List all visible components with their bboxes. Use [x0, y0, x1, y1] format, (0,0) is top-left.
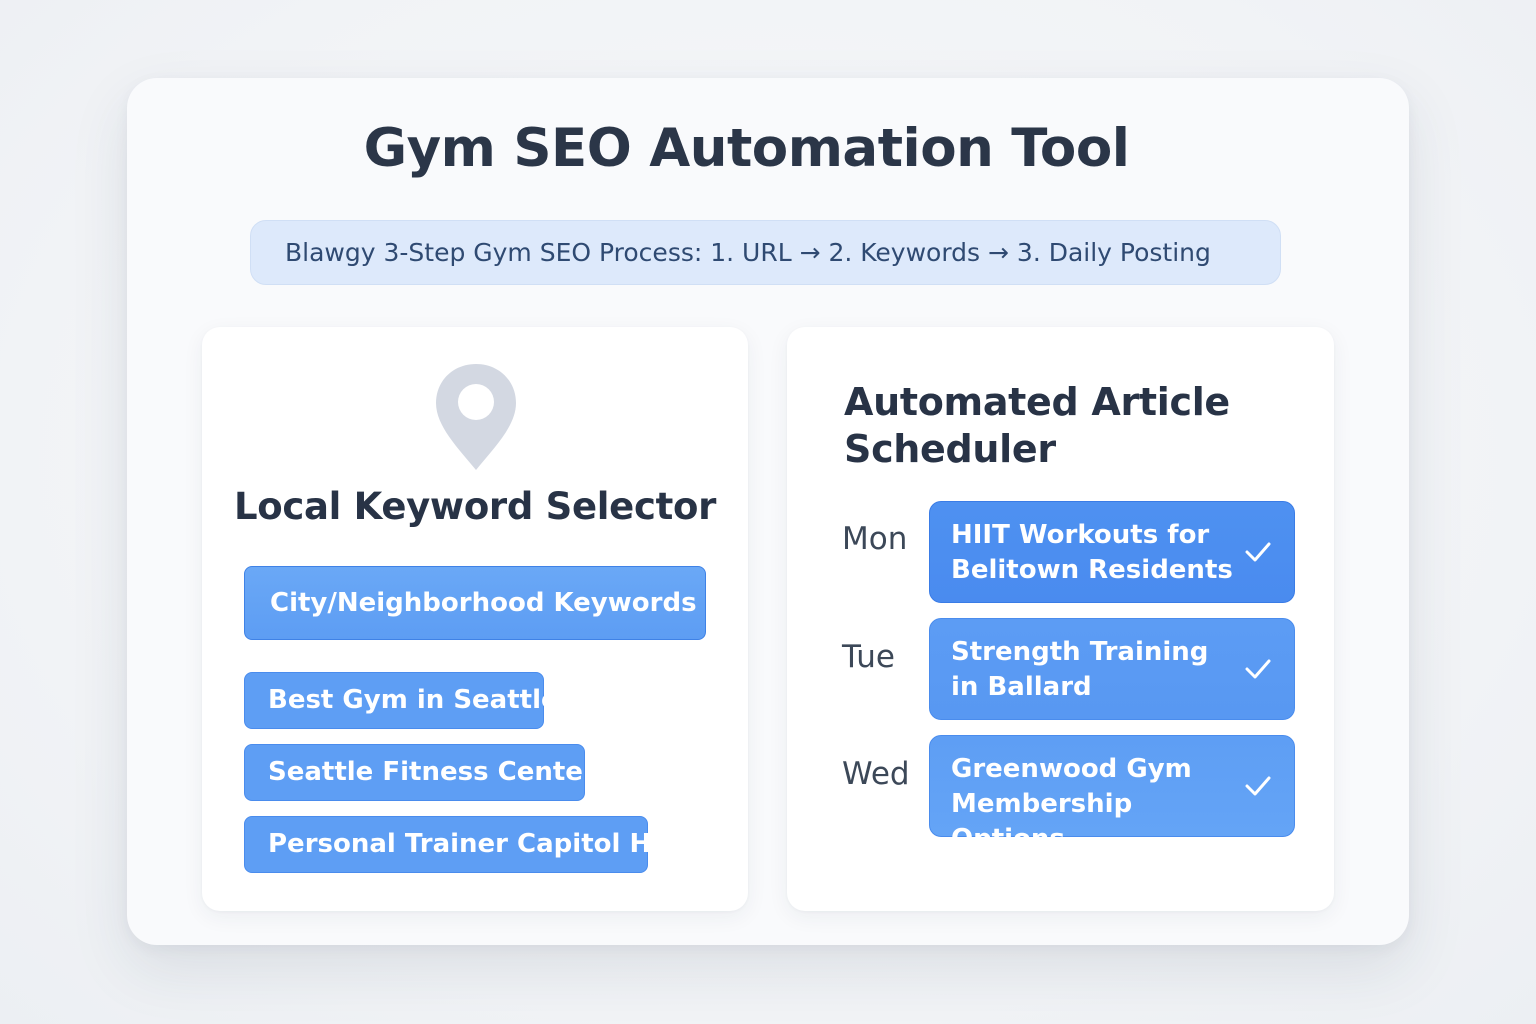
keyword-chip[interactable]: Personal Trainer Capitol Hill [244, 816, 678, 873]
day-label-tue: Tue [842, 639, 895, 675]
article-title-line: Greenwood Gym [951, 754, 1192, 784]
article-title-line: Belitown Residents [951, 555, 1233, 585]
scheduled-article-card[interactable]: Greenwood Gym Membership Options [929, 735, 1295, 854]
check-icon [1245, 776, 1271, 796]
scheduler-heading: Automated Article Scheduler [844, 380, 1230, 471]
article-scheduler-panel: Automated Article Scheduler Mon HIIT Wor… [787, 327, 1334, 911]
process-banner: Blawgy 3-Step Gym SEO Process: 1. URL → … [250, 220, 1281, 285]
day-label-wed: Wed [842, 756, 910, 792]
scheduled-article-card[interactable]: HIIT Workouts for Belitown Residents [929, 501, 1295, 603]
keyword-selector-panel: Local Keyword Selector City/Neighborhood… [202, 327, 748, 911]
app-canvas: Gym SEO Automation Tool Blawgy 3-Step Gy… [0, 0, 1536, 1024]
article-title-line: Strength Training [951, 637, 1209, 667]
check-icon [1245, 542, 1271, 562]
page-title: Gym SEO Automation Tool [363, 118, 1130, 179]
keyword-selector-heading: Local Keyword Selector [233, 485, 717, 528]
keyword-chip[interactable]: Seattle Fitness Center [244, 744, 596, 801]
day-label-mon: Mon [842, 521, 908, 557]
map-pin-icon [436, 364, 516, 470]
keyword-category-select[interactable]: City/Neighborhood Keywords [244, 566, 706, 640]
article-title-line: in Ballard [951, 672, 1092, 702]
scheduled-article-card[interactable]: Strength Training in Ballard [929, 618, 1295, 720]
article-title-line: HIIT Workouts for [951, 520, 1210, 550]
keyword-chip[interactable]: Best Gym in Seattle [244, 672, 559, 729]
check-icon [1245, 659, 1271, 679]
article-title-line: Membership Options [951, 789, 1133, 854]
